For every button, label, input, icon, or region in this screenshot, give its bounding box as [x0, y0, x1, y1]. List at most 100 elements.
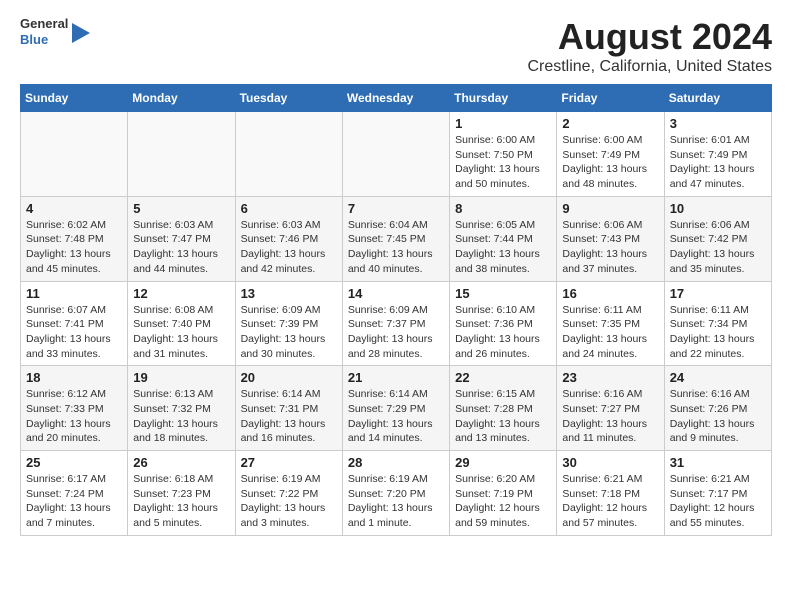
day-info: Sunrise: 6:06 AM Sunset: 7:43 PM Dayligh…	[562, 218, 658, 277]
day-info: Sunrise: 6:19 AM Sunset: 7:22 PM Dayligh…	[241, 472, 337, 531]
logo-general: General	[20, 16, 68, 32]
week-row-1: 1 Sunrise: 6:00 AM Sunset: 7:50 PM Daylig…	[21, 112, 772, 197]
day-number: 18	[26, 370, 122, 385]
day-number: 5	[133, 201, 229, 216]
week-row-3: 11Sunrise: 6:07 AM Sunset: 7:41 PM Dayli…	[21, 281, 772, 366]
title-area: August 2024 Crestline, California, Unite…	[527, 16, 772, 76]
week-row-5: 25 Sunrise: 6:17 AM Sunset: 7:24 PM Dayli…	[21, 451, 772, 536]
day-number: 3	[670, 116, 766, 131]
day-cell: 26 Sunrise: 6:18 AM Sunset: 7:23 PM Dayli…	[128, 451, 235, 536]
day-cell: 20Sunrise: 6:14 AM Sunset: 7:31 PM Dayli…	[235, 366, 342, 451]
page-title: August 2024	[527, 16, 772, 58]
day-info: Sunrise: 6:14 AM Sunset: 7:29 PM Dayligh…	[348, 387, 444, 446]
day-cell	[21, 112, 128, 197]
weekday-wednesday: Wednesday	[342, 85, 449, 112]
day-number: 29	[455, 455, 551, 470]
day-cell: 4 Sunrise: 6:02 AM Sunset: 7:48 PM Daylig…	[21, 196, 128, 281]
logo-text: General Blue	[20, 16, 68, 47]
week-row-2: 4 Sunrise: 6:02 AM Sunset: 7:48 PM Daylig…	[21, 196, 772, 281]
day-info: Sunrise: 6:00 AM Sunset: 7:49 PM Dayligh…	[562, 133, 658, 192]
day-cell: 13 Sunrise: 6:09 AM Sunset: 7:39 PM Dayli…	[235, 281, 342, 366]
day-cell: 3 Sunrise: 6:01 AM Sunset: 7:49 PM Daylig…	[664, 112, 771, 197]
day-info: Sunrise: 6:03 AM Sunset: 7:46 PM Dayligh…	[241, 218, 337, 277]
day-info: Sunrise: 6:11 AM Sunset: 7:35 PM Dayligh…	[562, 303, 658, 362]
day-number: 8	[455, 201, 551, 216]
logo-arrow-icon	[72, 23, 90, 43]
day-number: 31	[670, 455, 766, 470]
day-info: Sunrise: 6:21 AM Sunset: 7:17 PM Dayligh…	[670, 472, 766, 531]
day-number: 1	[455, 116, 551, 131]
day-number: 4	[26, 201, 122, 216]
day-cell: 17 Sunrise: 6:11 AM Sunset: 7:34 PM Dayli…	[664, 281, 771, 366]
day-number: 7	[348, 201, 444, 216]
day-cell: 14Sunrise: 6:09 AM Sunset: 7:37 PM Dayli…	[342, 281, 449, 366]
day-number: 21	[348, 370, 444, 385]
calendar-header: SundayMondayTuesdayWednesdayThursdayFrid…	[21, 85, 772, 112]
weekday-monday: Monday	[128, 85, 235, 112]
day-cell	[342, 112, 449, 197]
day-info: Sunrise: 6:18 AM Sunset: 7:23 PM Dayligh…	[133, 472, 229, 531]
day-info: Sunrise: 6:09 AM Sunset: 7:39 PM Dayligh…	[241, 303, 337, 362]
page-header: General Blue August 2024 Crestline, Cali…	[20, 16, 772, 76]
day-info: Sunrise: 6:08 AM Sunset: 7:40 PM Dayligh…	[133, 303, 229, 362]
weekday-tuesday: Tuesday	[235, 85, 342, 112]
day-cell: 8 Sunrise: 6:05 AM Sunset: 7:44 PM Daylig…	[450, 196, 557, 281]
weekday-sunday: Sunday	[21, 85, 128, 112]
day-number: 9	[562, 201, 658, 216]
day-info: Sunrise: 6:10 AM Sunset: 7:36 PM Dayligh…	[455, 303, 551, 362]
day-number: 27	[241, 455, 337, 470]
day-number: 24	[670, 370, 766, 385]
day-number: 19	[133, 370, 229, 385]
weekday-row: SundayMondayTuesdayWednesdayThursdayFrid…	[21, 85, 772, 112]
day-number: 30	[562, 455, 658, 470]
calendar-table: SundayMondayTuesdayWednesdayThursdayFrid…	[20, 84, 772, 536]
weekday-saturday: Saturday	[664, 85, 771, 112]
day-number: 26	[133, 455, 229, 470]
day-number: 2	[562, 116, 658, 131]
day-info: Sunrise: 6:02 AM Sunset: 7:48 PM Dayligh…	[26, 218, 122, 277]
day-cell: 9 Sunrise: 6:06 AM Sunset: 7:43 PM Daylig…	[557, 196, 664, 281]
day-cell: 21 Sunrise: 6:14 AM Sunset: 7:29 PM Dayli…	[342, 366, 449, 451]
day-info: Sunrise: 6:09 AM Sunset: 7:37 PM Dayligh…	[348, 303, 444, 362]
day-info: Sunrise: 6:05 AM Sunset: 7:44 PM Dayligh…	[455, 218, 551, 277]
day-number: 10	[670, 201, 766, 216]
day-number: 17	[670, 286, 766, 301]
day-info: Sunrise: 6:17 AM Sunset: 7:24 PM Dayligh…	[26, 472, 122, 531]
day-cell: 22 Sunrise: 6:15 AM Sunset: 7:28 PM Dayli…	[450, 366, 557, 451]
week-row-4: 18 Sunrise: 6:12 AM Sunset: 7:33 PM Dayli…	[21, 366, 772, 451]
day-info: Sunrise: 6:11 AM Sunset: 7:34 PM Dayligh…	[670, 303, 766, 362]
day-cell: 29 Sunrise: 6:20 AM Sunset: 7:19 PM Dayli…	[450, 451, 557, 536]
day-number: 28	[348, 455, 444, 470]
day-info: Sunrise: 6:06 AM Sunset: 7:42 PM Dayligh…	[670, 218, 766, 277]
day-info: Sunrise: 6:04 AM Sunset: 7:45 PM Dayligh…	[348, 218, 444, 277]
day-info: Sunrise: 6:16 AM Sunset: 7:27 PM Dayligh…	[562, 387, 658, 446]
day-number: 16	[562, 286, 658, 301]
day-number: 25	[26, 455, 122, 470]
day-number: 20	[241, 370, 337, 385]
day-cell: 10 Sunrise: 6:06 AM Sunset: 7:42 PM Dayli…	[664, 196, 771, 281]
day-info: Sunrise: 6:16 AM Sunset: 7:26 PM Dayligh…	[670, 387, 766, 446]
day-info: Sunrise: 6:03 AM Sunset: 7:47 PM Dayligh…	[133, 218, 229, 277]
day-number: 23	[562, 370, 658, 385]
weekday-friday: Friday	[557, 85, 664, 112]
day-cell: 12Sunrise: 6:08 AM Sunset: 7:40 PM Dayli…	[128, 281, 235, 366]
day-number: 6	[241, 201, 337, 216]
day-info: Sunrise: 6:20 AM Sunset: 7:19 PM Dayligh…	[455, 472, 551, 531]
calendar-body: 1 Sunrise: 6:00 AM Sunset: 7:50 PM Daylig…	[21, 112, 772, 536]
day-info: Sunrise: 6:07 AM Sunset: 7:41 PM Dayligh…	[26, 303, 122, 362]
day-info: Sunrise: 6:21 AM Sunset: 7:18 PM Dayligh…	[562, 472, 658, 531]
day-cell: 19Sunrise: 6:13 AM Sunset: 7:32 PM Dayli…	[128, 366, 235, 451]
day-number: 22	[455, 370, 551, 385]
day-info: Sunrise: 6:01 AM Sunset: 7:49 PM Dayligh…	[670, 133, 766, 192]
day-cell: 2 Sunrise: 6:00 AM Sunset: 7:49 PM Daylig…	[557, 112, 664, 197]
day-cell: 31 Sunrise: 6:21 AM Sunset: 7:17 PM Dayli…	[664, 451, 771, 536]
day-number: 13	[241, 286, 337, 301]
day-cell: 6 Sunrise: 6:03 AM Sunset: 7:46 PM Daylig…	[235, 196, 342, 281]
day-cell	[128, 112, 235, 197]
day-cell: 1 Sunrise: 6:00 AM Sunset: 7:50 PM Daylig…	[450, 112, 557, 197]
day-info: Sunrise: 6:00 AM Sunset: 7:50 PM Dayligh…	[455, 133, 551, 192]
day-info: Sunrise: 6:12 AM Sunset: 7:33 PM Dayligh…	[26, 387, 122, 446]
day-number: 15	[455, 286, 551, 301]
day-cell: 5 Sunrise: 6:03 AM Sunset: 7:47 PM Daylig…	[128, 196, 235, 281]
day-info: Sunrise: 6:15 AM Sunset: 7:28 PM Dayligh…	[455, 387, 551, 446]
